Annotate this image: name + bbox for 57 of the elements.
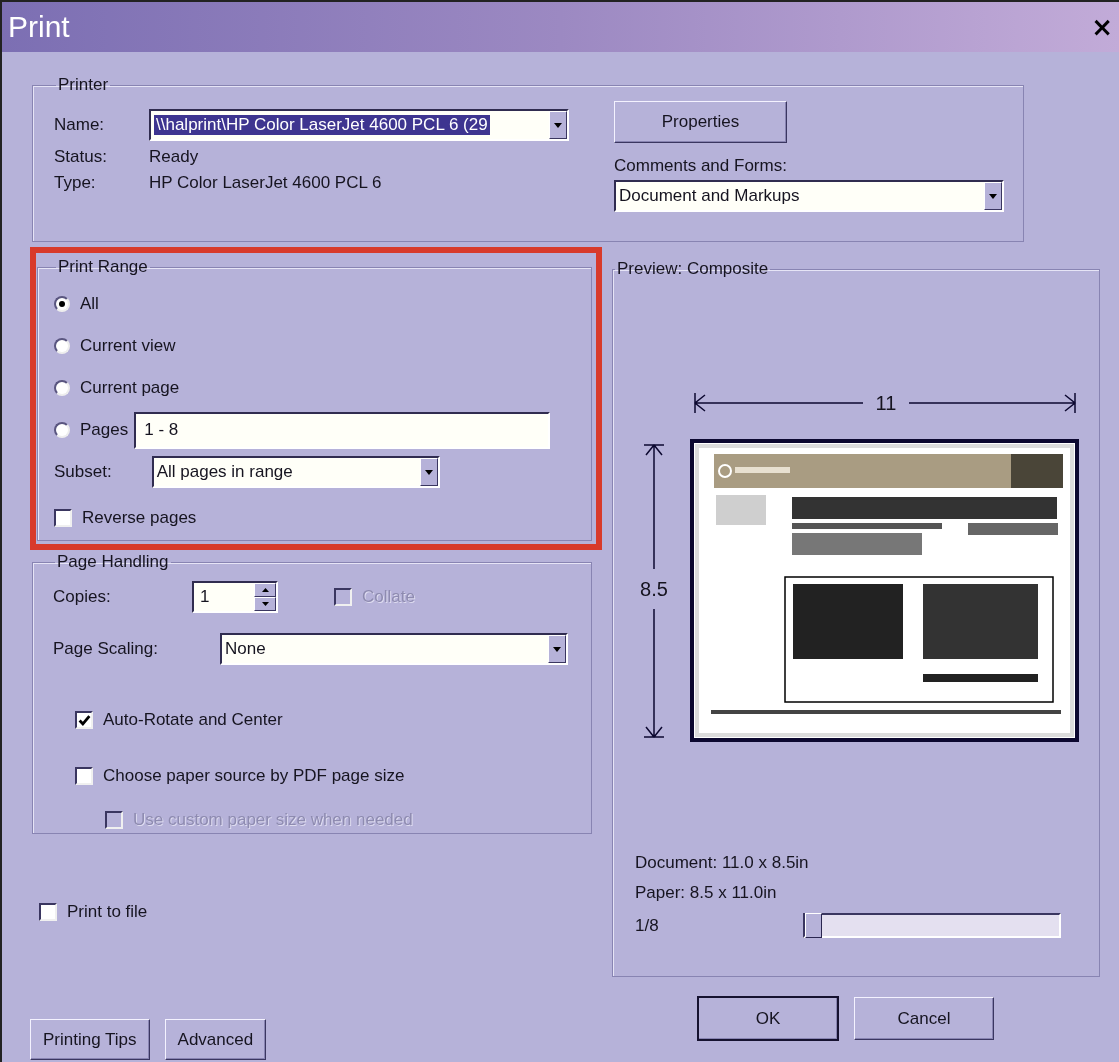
slider-thumb[interactable] xyxy=(804,913,822,938)
footer-button[interactable]: Advanced xyxy=(164,1019,267,1060)
subset-dropdown[interactable]: All pages in range xyxy=(151,456,440,488)
radio-label: Current view xyxy=(80,336,176,356)
up-arrow-icon xyxy=(261,588,269,592)
group-label: Preview: Composite xyxy=(617,259,769,278)
radio-label: All xyxy=(80,294,99,314)
down-arrow-icon xyxy=(261,602,269,606)
checkbox-label: Choose paper source by PDF page size xyxy=(103,766,405,786)
printer-dropdown[interactable]: \\halprint\HP Color LaserJet 4600 PCL 6 (29 xyxy=(149,109,569,141)
field-label: Name: xyxy=(54,115,106,135)
field-label: Status: xyxy=(54,147,108,167)
dialog-button[interactable]: Cancel xyxy=(854,997,994,1040)
checkbox-label: Reverse pages xyxy=(82,508,197,528)
checkbox[interactable] xyxy=(39,903,57,921)
spin-down-button[interactable] xyxy=(254,597,276,611)
copies-spinner[interactable]: 1 xyxy=(192,581,278,613)
paper-size: Paper: 8.5 x 11.0in xyxy=(635,883,778,903)
field-label: Comments and Forms: xyxy=(614,156,787,176)
group-label: Printer xyxy=(58,75,109,94)
radio-label: Current page xyxy=(80,378,180,398)
status-value: Ready xyxy=(149,147,200,167)
spin-up-button[interactable] xyxy=(254,583,276,597)
checkbox-label: Print to file xyxy=(67,902,148,922)
group-label: Page Handling xyxy=(57,552,169,571)
document-size: Document: 11.0 x 8.5in xyxy=(635,853,810,873)
radio-button[interactable] xyxy=(54,380,70,396)
comments-dropdown[interactable]: Document and Markups xyxy=(614,180,1004,212)
checkbox-label: Auto-Rotate and Center xyxy=(103,710,283,730)
caret-icon xyxy=(424,469,433,475)
checkbox[interactable] xyxy=(75,711,93,729)
checkbox[interactable] xyxy=(54,509,72,527)
field-label: Subset: xyxy=(54,462,112,482)
caret-icon xyxy=(554,122,562,128)
caret-icon xyxy=(989,193,997,199)
caret-icon xyxy=(553,646,561,652)
close-button[interactable]: × xyxy=(1087,12,1117,42)
scaling-dropdown[interactable]: None xyxy=(220,633,568,665)
radio-button[interactable] xyxy=(54,338,70,354)
radio-button[interactable] xyxy=(54,422,70,438)
page-slider[interactable] xyxy=(802,913,1061,938)
pages-field[interactable]: 1 - 8 xyxy=(134,411,551,449)
radio-label: Pages xyxy=(80,420,129,440)
properties-button[interactable]: Properties xyxy=(614,101,787,143)
checkbox[interactable] xyxy=(75,767,93,785)
type-value: HP Color LaserJet 4600 PCL 6 xyxy=(149,173,383,193)
group-label: Print Range xyxy=(58,257,148,276)
page-indicator: 1/8 xyxy=(635,915,659,936)
dialog-button[interactable]: OK xyxy=(698,997,838,1040)
field-label: Type: xyxy=(54,173,97,193)
radio-button[interactable] xyxy=(54,296,70,312)
footer-button[interactable]: Printing Tips xyxy=(30,1019,150,1060)
field-label: Page Scaling: xyxy=(53,639,159,659)
field-label: Copies: xyxy=(53,587,112,607)
dimension-label: 8.5 xyxy=(640,578,668,600)
window-title: Print xyxy=(8,10,70,44)
dimension-label: 11 xyxy=(875,392,897,414)
